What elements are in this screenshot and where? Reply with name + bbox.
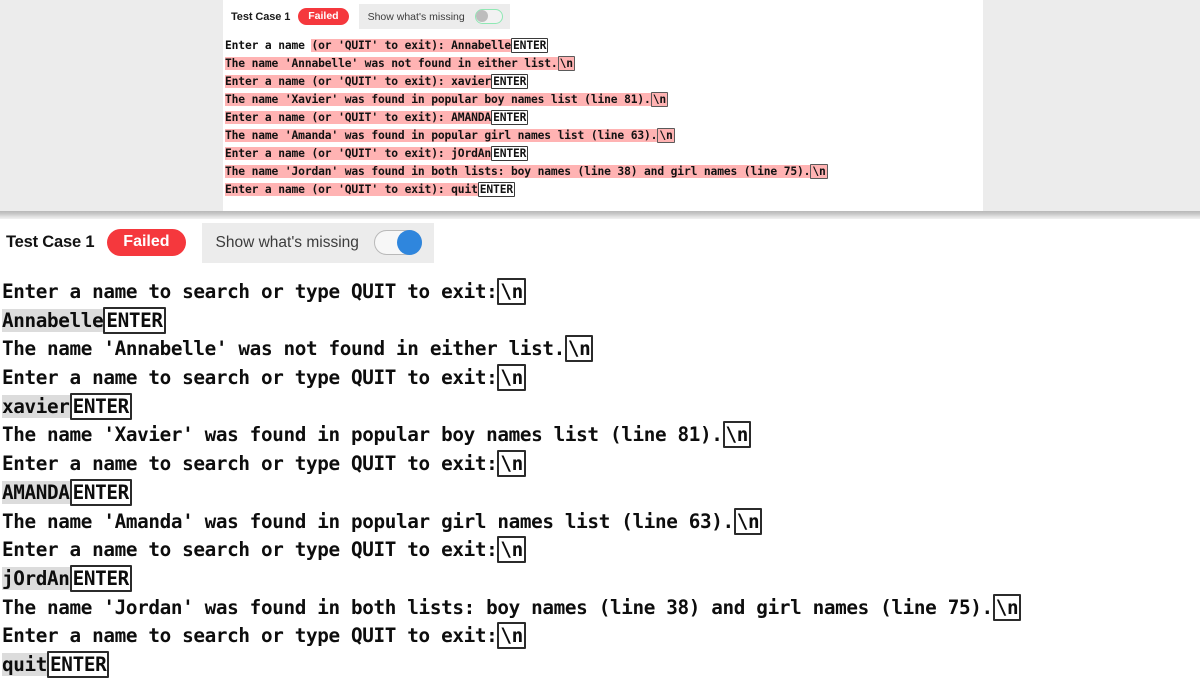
preview-show-missing-label: Show what's missing xyxy=(367,10,465,23)
newline-escape-token: \n xyxy=(497,622,526,650)
newline-escape-token: \n xyxy=(564,335,594,363)
enter-key-token: ENTER xyxy=(69,392,132,420)
diff-highlight-segment: Enter a name (or 'QUIT' to exit): quit xyxy=(225,183,478,196)
diff-highlight-segment: The name 'Xavier' was found in popular b… xyxy=(225,93,651,106)
user-input-segment: quit xyxy=(2,652,48,676)
preview-output-console: Enter a name (or 'QUIT' to exit): Annabe… xyxy=(223,33,983,199)
console-text-segment: Enter a name to search or type QUIT to e… xyxy=(2,452,498,476)
user-input-segment: Annabelle xyxy=(2,308,104,332)
main-panel: Test Case 1 Failed Show what's missing E… xyxy=(0,219,1200,688)
main-header: Test Case 1 Failed Show what's missing xyxy=(0,219,1200,266)
console-text-segment: Enter a name to search or type QUIT to e… xyxy=(2,280,498,303)
console-line: jOrdAn ENTER xyxy=(2,564,1200,594)
enter-key-token: ENTER xyxy=(69,478,132,506)
console-line: The name 'Xavier' was found in popular b… xyxy=(225,91,983,109)
preview-show-missing-toggle-group[interactable]: Show what's missing xyxy=(358,4,510,29)
console-line: Enter a name (or 'QUIT' to exit): AMANDA… xyxy=(225,109,983,127)
console-line: Enter a name to search or type QUIT to e… xyxy=(2,450,1200,479)
output-console: Enter a name to search or type QUIT to e… xyxy=(0,266,1200,680)
enter-key-token: ENTER xyxy=(491,146,529,161)
console-line: xavier ENTER xyxy=(2,392,1200,422)
preview-panel: Test Case 1 Failed Show what's missing E… xyxy=(0,0,1200,211)
show-missing-label: Show what's missing xyxy=(215,233,359,251)
user-input-segment: AMANDA xyxy=(2,480,70,504)
console-text-segment: The name 'Annabelle' was not found in ei… xyxy=(2,337,565,361)
diff-highlight-segment: (or 'QUIT' to exit): Annabelle xyxy=(311,39,512,52)
console-text-segment: The name 'Jordan' was found in both list… xyxy=(2,595,993,619)
enter-key-token: ENTER xyxy=(103,306,166,334)
user-input-segment: jOrdAn xyxy=(2,566,70,590)
newline-escape-token: \n xyxy=(992,593,1022,621)
console-line: Enter a name to search or type QUIT to e… xyxy=(2,364,1200,393)
newline-escape-token: \n xyxy=(497,450,526,478)
diff-highlight-segment: The name 'Amanda' was found in popular g… xyxy=(225,129,658,142)
console-line: The name 'Xavier' was found in popular b… xyxy=(2,421,1200,450)
newline-escape-token: \n xyxy=(733,507,763,535)
show-missing-switch[interactable] xyxy=(373,230,422,255)
newline-escape-token: \n xyxy=(497,536,526,564)
enter-key-token: ENTER xyxy=(477,182,516,197)
diff-highlight-segment: The name 'Annabelle' was not found in ei… xyxy=(225,57,558,70)
console-line: The name 'Annabelle' was not found in ei… xyxy=(225,55,983,73)
preview-header: Test Case 1 Failed Show what's missing xyxy=(223,0,983,33)
newline-escape-token: \n xyxy=(722,421,752,449)
console-line: The name 'Amanda' was found in popular g… xyxy=(225,127,983,145)
console-text-segment: Enter a name xyxy=(225,39,312,52)
enter-key-token: ENTER xyxy=(491,74,529,89)
console-text-segment: The name 'Amanda' was found in popular g… xyxy=(2,509,734,533)
enter-key-token: ENTER xyxy=(511,38,549,53)
newline-escape-token: \n xyxy=(810,164,828,179)
newline-escape-token: \n xyxy=(497,278,526,305)
newline-escape-token: \n xyxy=(497,364,526,392)
preview-page-title: Test Case 1 xyxy=(231,10,291,23)
user-input-segment: xavier xyxy=(2,394,70,418)
preview-test-case-card: Test Case 1 Failed Show what's missing E… xyxy=(223,0,983,211)
panel-divider xyxy=(0,211,1200,219)
newline-escape-token: \n xyxy=(557,56,575,71)
enter-key-token: ENTER xyxy=(69,564,132,592)
console-line: Enter a name (or 'QUIT' to exit): Annabe… xyxy=(225,37,983,55)
console-line: Enter a name to search or type QUIT to e… xyxy=(2,278,1200,307)
console-line: The name 'Annabelle' was not found in ei… xyxy=(2,335,1200,364)
console-text-segment: Enter a name to search or type QUIT to e… xyxy=(2,366,498,390)
preview-status-badge: Failed xyxy=(298,8,349,25)
console-line: The name 'Jordan' was found in both list… xyxy=(2,593,1200,623)
console-line: Enter a name (or 'QUIT' to exit): quit EN… xyxy=(225,181,983,199)
page-title: Test Case 1 xyxy=(6,233,95,251)
enter-key-token: ENTER xyxy=(491,110,529,125)
diff-highlight-segment: The name 'Jordan' was found in both list… xyxy=(225,165,811,178)
status-badge: Failed xyxy=(107,229,186,256)
console-line: AMANDA ENTER xyxy=(2,478,1200,508)
switch-knob xyxy=(396,230,422,255)
diff-highlight-segment: Enter a name (or 'QUIT' to exit): jOrdAn xyxy=(225,147,492,160)
show-missing-toggle-group[interactable]: Show what's missing xyxy=(201,222,434,263)
console-line: Annabelle ENTER xyxy=(2,306,1200,336)
enter-key-token: ENTER xyxy=(47,650,110,678)
console-line: Enter a name (or 'QUIT' to exit): jOrdAn… xyxy=(225,145,983,163)
console-line: Enter a name to search or type QUIT to e… xyxy=(2,536,1200,565)
newline-escape-token: \n xyxy=(657,128,675,143)
console-text-segment: Enter a name to search or type QUIT to e… xyxy=(2,624,498,648)
console-text-segment: Enter a name to search or type QUIT to e… xyxy=(2,538,498,562)
preview-switch-knob xyxy=(475,10,488,22)
console-line: Enter a name (or 'QUIT' to exit): xavier… xyxy=(225,73,983,91)
console-line: The name 'Amanda' was found in popular g… xyxy=(2,507,1200,537)
console-line: Enter a name to search or type QUIT to e… xyxy=(2,622,1200,651)
console-line: quit ENTER xyxy=(2,650,1200,680)
console-text-segment: The name 'Xavier' was found in popular b… xyxy=(2,423,723,447)
newline-escape-token: \n xyxy=(650,92,668,107)
console-line: The name 'Jordan' was found in both list… xyxy=(225,163,983,181)
diff-highlight-segment: Enter a name (or 'QUIT' to exit): AMANDA xyxy=(225,111,492,124)
diff-highlight-segment: Enter a name (or 'QUIT' to exit): xavier xyxy=(225,75,492,88)
preview-show-missing-switch[interactable] xyxy=(474,9,503,24)
